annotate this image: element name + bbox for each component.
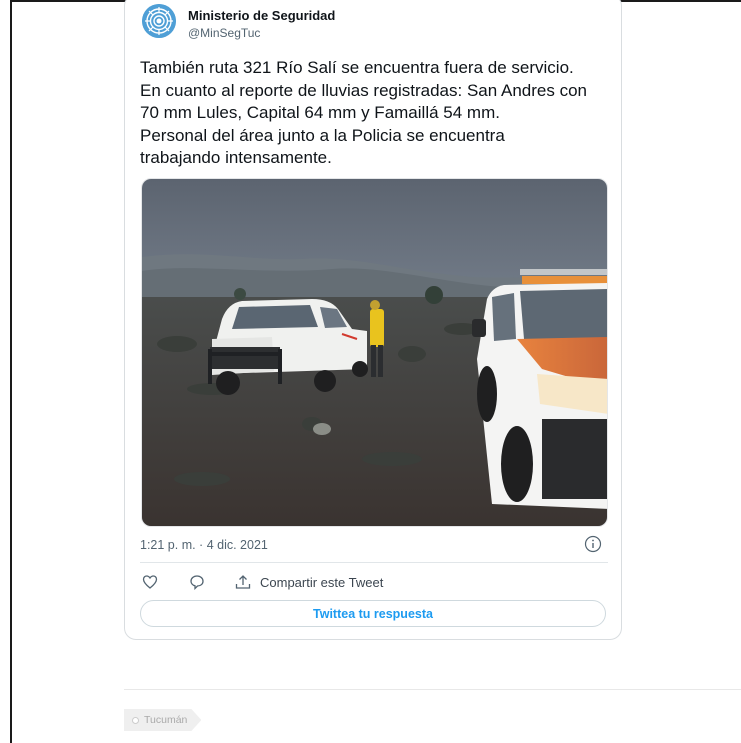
tweet-text-line: También ruta 321 Río Salí se encuentra f… bbox=[140, 58, 574, 77]
embedded-tweet[interactable]: Ministerio de Seguridad @MinSegTuc Tambi… bbox=[124, 0, 622, 640]
tweet-text-line: En cuanto al reporte de lluvias registra… bbox=[140, 80, 587, 100]
heart-icon bbox=[142, 575, 158, 589]
comment-icon bbox=[190, 575, 204, 590]
tweet-text-line: 70 mm Lules, Capital 64 mm y Famaillá 54… bbox=[140, 103, 500, 122]
author-handle[interactable]: @MinSegTuc bbox=[188, 26, 260, 40]
tweet-text-line: trabajando intensamente. bbox=[140, 148, 332, 167]
tag-dot-icon bbox=[132, 717, 139, 724]
sun-logo-icon bbox=[142, 4, 176, 38]
tweet-text-line: Personal del área junto a la Policia se … bbox=[140, 125, 505, 145]
share-label[interactable]: Compartir este Tweet bbox=[260, 575, 383, 590]
share-button[interactable]: Compartir este Tweet bbox=[234, 572, 383, 592]
section-divider bbox=[124, 689, 741, 690]
reply-button[interactable]: Twittea tu respuesta bbox=[140, 600, 606, 627]
window-left-edge bbox=[10, 0, 12, 743]
tweet-timestamp[interactable]: 1:21 p. m. · 4 dic. 2021 bbox=[140, 538, 268, 552]
author-avatar[interactable] bbox=[142, 4, 176, 38]
tweet-text: También ruta 321 Río Salí se encuentra f… bbox=[140, 57, 610, 170]
like-button[interactable] bbox=[142, 572, 158, 592]
tag-chip[interactable]: Tucumán bbox=[124, 709, 201, 731]
tweet-photo[interactable] bbox=[141, 178, 608, 527]
author-display-name[interactable]: Ministerio de Seguridad bbox=[188, 8, 335, 23]
tweet-actions-divider bbox=[140, 562, 608, 563]
info-icon[interactable] bbox=[584, 535, 602, 553]
share-icon bbox=[235, 575, 251, 589]
tag-label[interactable]: Tucumán bbox=[144, 714, 187, 726]
reply-action-button[interactable] bbox=[189, 572, 205, 592]
rainy-field-with-pickup-trucks-photo bbox=[142, 179, 607, 526]
